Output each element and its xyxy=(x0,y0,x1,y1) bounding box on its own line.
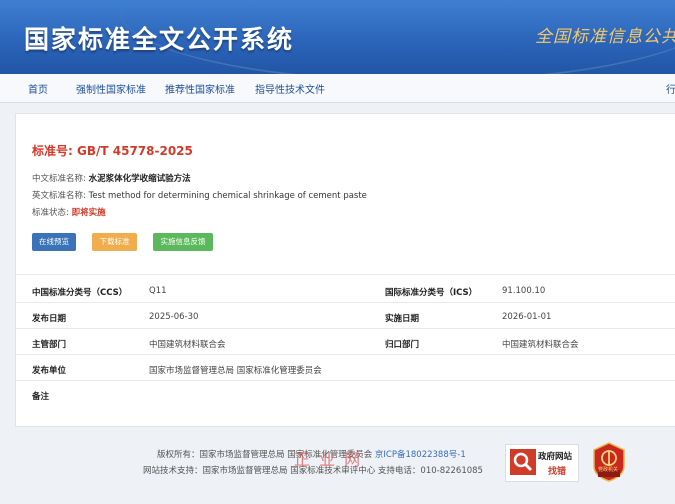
dept-label: 主管部门 xyxy=(32,340,67,350)
ccs-label: 中国标准分类号（CCS） xyxy=(32,288,128,298)
en-name-row: 英文标准名称: Test method for determining chem… xyxy=(32,189,367,201)
icp-link[interactable]: 京ICP备18022388号-1 xyxy=(375,450,466,460)
emblem-caption: 党政机关 xyxy=(598,467,619,473)
status-label: 标准状态: xyxy=(32,208,69,218)
badge-subtitle: 找错 xyxy=(548,467,567,477)
standard-number-value: GB/T 45778-2025 xyxy=(77,144,193,158)
detail-row-classification: 中国标准分类号（CCS） Q11 国际标准分类号（ICS） 91.100.10 xyxy=(16,278,675,304)
site-title: 国家标准全文公开系统 xyxy=(24,25,295,54)
central-dept-label: 归口部门 xyxy=(385,340,420,350)
main-nav: 首页 强制性国家标准 推荐性国家标准 指导性技术文件 行 xyxy=(0,74,675,103)
divider xyxy=(16,328,675,329)
status-row: 标准状态: 即将实施 xyxy=(32,206,106,218)
divider xyxy=(16,302,675,303)
detail-row-remark: 备注 xyxy=(16,382,675,408)
pub-date-value: 2025-06-30 xyxy=(149,312,199,322)
nav-item-guidance[interactable]: 指导性技术文件 xyxy=(255,81,325,96)
party-government-emblem-icon[interactable] xyxy=(592,442,626,482)
publisher-label: 发布单位 xyxy=(32,366,67,376)
header-banner: 国家标准全文公开系统 全国标准信息公共 xyxy=(0,0,675,74)
ics-label: 国际标准分类号（ICS） xyxy=(385,288,478,298)
impl-date-label: 实施日期 xyxy=(385,314,420,324)
online-preview-button[interactable]: 在线预览 xyxy=(32,233,76,251)
nav-item-mandatory[interactable]: 强制性国家标准 xyxy=(76,81,146,96)
status-value: 即将实施 xyxy=(71,208,106,218)
cn-name-label: 中文标准名称: xyxy=(32,174,86,184)
feedback-button[interactable]: 实施信息反馈 xyxy=(153,233,213,251)
cn-name-row: 中文标准名称: 水泥浆体化学收缩试验方法 xyxy=(32,172,191,184)
pub-date-label: 发布日期 xyxy=(32,314,67,324)
en-name-label: 英文标准名称: xyxy=(32,191,86,201)
ccs-value: Q11 xyxy=(149,286,167,296)
ics-value: 91.100.10 xyxy=(502,286,546,296)
detail-row-dates: 发布日期 2025-06-30 实施日期 2026-01-01 xyxy=(16,304,675,330)
dept-value: 中国建筑材料联合会 xyxy=(149,340,226,350)
download-standard-button[interactable]: 下载标准 xyxy=(92,233,137,251)
en-name-value: Test method for determining chemical shr… xyxy=(88,191,367,201)
divider xyxy=(16,274,675,275)
cn-name-value: 水泥浆体化学收缩试验方法 xyxy=(88,174,191,184)
divider xyxy=(16,380,675,381)
impl-date-value: 2026-01-01 xyxy=(502,312,552,322)
nav-item-recommended[interactable]: 推荐性国家标准 xyxy=(165,81,235,96)
nav-item-home[interactable]: 首页 xyxy=(28,81,48,96)
standard-number-label: 标准号: xyxy=(32,144,73,158)
detail-row-departments: 主管部门 中国建筑材料联合会 归口部门 中国建筑材料联合会 xyxy=(16,330,675,356)
standard-detail-card: 标准号: GB/T 45778-2025 中文标准名称: 水泥浆体化学收缩试验方… xyxy=(15,113,675,427)
standard-number: 标准号: GB/T 45778-2025 xyxy=(32,142,193,159)
badge-title: 政府网站 xyxy=(538,452,573,462)
divider xyxy=(16,354,675,355)
site-slogan: 全国标准信息公共 xyxy=(535,27,675,47)
detail-row-publisher: 发布单位 国家市场监督管理总局 国家标准化管理委员会 xyxy=(16,356,675,382)
magnifier-icon xyxy=(510,449,536,475)
gov-site-error-report-badge[interactable]: 政府网站 找错 xyxy=(505,444,579,482)
publisher-value: 国家市场监督管理总局 国家标准化管理委员会 xyxy=(149,366,322,376)
watermark-text: 正 业 网 xyxy=(294,450,363,469)
remark-label: 备注 xyxy=(32,392,50,402)
nav-item-more[interactable]: 行 xyxy=(666,81,675,96)
central-dept-value: 中国建筑材料联合会 xyxy=(502,340,579,350)
